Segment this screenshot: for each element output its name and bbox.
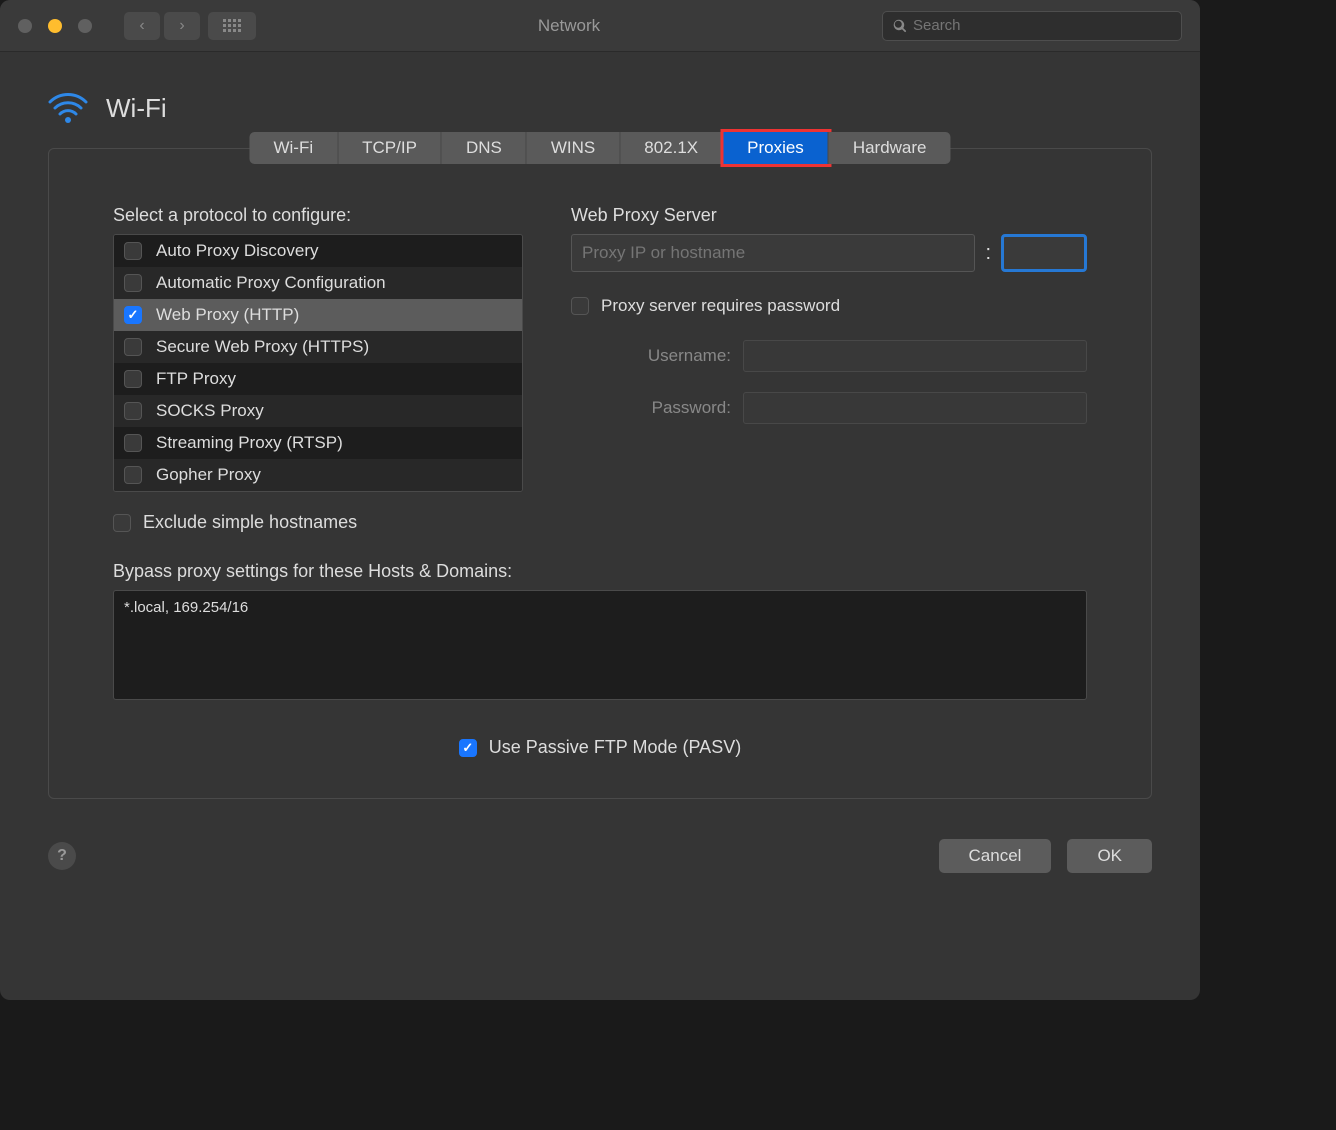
tab-wifi[interactable]: Wi-Fi bbox=[249, 132, 338, 164]
tab-tcpip[interactable]: TCP/IP bbox=[338, 132, 442, 164]
ok-button[interactable]: OK bbox=[1067, 839, 1152, 873]
protocol-row-web-proxy[interactable]: Web Proxy (HTTP) bbox=[114, 299, 522, 331]
protocol-row-ftp-proxy[interactable]: FTP Proxy bbox=[114, 363, 522, 395]
protocol-list-label: Select a protocol to configure: bbox=[113, 205, 523, 226]
checkbox[interactable] bbox=[124, 434, 142, 452]
protocol-label: Automatic Proxy Configuration bbox=[156, 273, 386, 293]
traffic-lights bbox=[18, 19, 92, 33]
bypass-textarea[interactable] bbox=[113, 590, 1087, 700]
exclude-hostnames-checkbox[interactable] bbox=[113, 514, 131, 532]
checkbox[interactable] bbox=[124, 370, 142, 388]
maximize-window-button[interactable] bbox=[78, 19, 92, 33]
host-port-separator: : bbox=[985, 242, 991, 265]
navigation-buttons: ‹ › bbox=[124, 12, 200, 40]
checkbox[interactable] bbox=[124, 306, 142, 324]
proxy-host-input[interactable] bbox=[571, 234, 975, 272]
protocol-label: FTP Proxy bbox=[156, 369, 236, 389]
exclude-hostnames-label: Exclude simple hostnames bbox=[143, 512, 357, 533]
tab-8021x[interactable]: 802.1X bbox=[620, 132, 723, 164]
footer: ? Cancel OK bbox=[0, 823, 1200, 897]
protocol-label: Web Proxy (HTTP) bbox=[156, 305, 299, 325]
tab-hardware[interactable]: Hardware bbox=[829, 132, 951, 164]
checkbox[interactable] bbox=[124, 242, 142, 260]
proxy-server-label: Web Proxy Server bbox=[571, 205, 1087, 226]
pasv-row: Use Passive FTP Mode (PASV) bbox=[113, 737, 1087, 758]
wifi-icon bbox=[48, 88, 88, 128]
connection-title: Wi-Fi bbox=[106, 93, 167, 124]
search-icon bbox=[893, 19, 907, 33]
username-label: Username: bbox=[611, 346, 731, 366]
password-label: Password: bbox=[611, 398, 731, 418]
protocol-row-secure-web-proxy[interactable]: Secure Web Proxy (HTTPS) bbox=[114, 331, 522, 363]
protocol-row-streaming-proxy[interactable]: Streaming Proxy (RTSP) bbox=[114, 427, 522, 459]
forward-button[interactable]: › bbox=[164, 12, 200, 40]
left-column: Select a protocol to configure: Auto Pro… bbox=[113, 205, 523, 561]
proxy-server-row: : bbox=[571, 234, 1087, 272]
password-row: Password: bbox=[611, 392, 1087, 424]
content-area: Wi-Fi Wi-Fi TCP/IP DNS WINS 802.1X Proxi… bbox=[0, 52, 1200, 823]
username-row: Username: bbox=[611, 340, 1087, 372]
checkbox[interactable] bbox=[124, 466, 142, 484]
protocol-list[interactable]: Auto Proxy Discovery Automatic Proxy Con… bbox=[113, 234, 523, 492]
show-all-button[interactable] bbox=[208, 12, 256, 40]
auth-row: Proxy server requires password bbox=[571, 296, 1087, 316]
protocol-row-socks-proxy[interactable]: SOCKS Proxy bbox=[114, 395, 522, 427]
pasv-label: Use Passive FTP Mode (PASV) bbox=[489, 737, 741, 758]
close-window-button[interactable] bbox=[18, 19, 32, 33]
cancel-button[interactable]: Cancel bbox=[939, 839, 1052, 873]
minimize-window-button[interactable] bbox=[48, 19, 62, 33]
protocol-label: Streaming Proxy (RTSP) bbox=[156, 433, 343, 453]
tab-proxies[interactable]: Proxies bbox=[723, 132, 829, 164]
help-button[interactable]: ? bbox=[48, 842, 76, 870]
search-input[interactable] bbox=[913, 17, 1171, 34]
bypass-label: Bypass proxy settings for these Hosts & … bbox=[113, 561, 1087, 582]
proxy-auth-checkbox[interactable] bbox=[571, 297, 589, 315]
right-column: Web Proxy Server : Proxy server requires… bbox=[571, 205, 1087, 561]
back-button[interactable]: ‹ bbox=[124, 12, 160, 40]
columns: Select a protocol to configure: Auto Pro… bbox=[113, 205, 1087, 561]
proxy-auth-label: Proxy server requires password bbox=[601, 296, 840, 316]
settings-panel: Wi-Fi TCP/IP DNS WINS 802.1X Proxies Har… bbox=[48, 148, 1152, 799]
checkbox[interactable] bbox=[124, 338, 142, 356]
chevron-right-icon: › bbox=[179, 17, 184, 35]
protocol-label: Gopher Proxy bbox=[156, 465, 261, 485]
chevron-left-icon: ‹ bbox=[139, 17, 144, 35]
protocol-label: SOCKS Proxy bbox=[156, 401, 264, 421]
exclude-hostnames-row: Exclude simple hostnames bbox=[113, 512, 523, 533]
protocol-row-gopher-proxy[interactable]: Gopher Proxy bbox=[114, 459, 522, 491]
network-preferences-window: ‹ › Network Wi-Fi Wi-Fi TCP/IP DNS bbox=[0, 0, 1200, 1000]
protocol-label: Secure Web Proxy (HTTPS) bbox=[156, 337, 369, 357]
checkbox[interactable] bbox=[124, 274, 142, 292]
protocol-row-auto-discovery[interactable]: Auto Proxy Discovery bbox=[114, 235, 522, 267]
tab-wins[interactable]: WINS bbox=[527, 132, 620, 164]
username-input bbox=[743, 340, 1087, 372]
password-input bbox=[743, 392, 1087, 424]
tab-bar: Wi-Fi TCP/IP DNS WINS 802.1X Proxies Har… bbox=[249, 132, 950, 164]
tab-dns[interactable]: DNS bbox=[442, 132, 527, 164]
search-box[interactable] bbox=[882, 11, 1182, 41]
protocol-label: Auto Proxy Discovery bbox=[156, 241, 319, 261]
pasv-checkbox[interactable] bbox=[459, 739, 477, 757]
connection-header: Wi-Fi bbox=[48, 88, 1152, 128]
help-icon: ? bbox=[57, 847, 67, 865]
titlebar: ‹ › Network bbox=[0, 0, 1200, 52]
checkbox[interactable] bbox=[124, 402, 142, 420]
protocol-row-auto-config[interactable]: Automatic Proxy Configuration bbox=[114, 267, 522, 299]
window-title: Network bbox=[256, 16, 882, 36]
proxy-port-input[interactable] bbox=[1001, 234, 1087, 272]
grid-icon bbox=[223, 19, 241, 32]
